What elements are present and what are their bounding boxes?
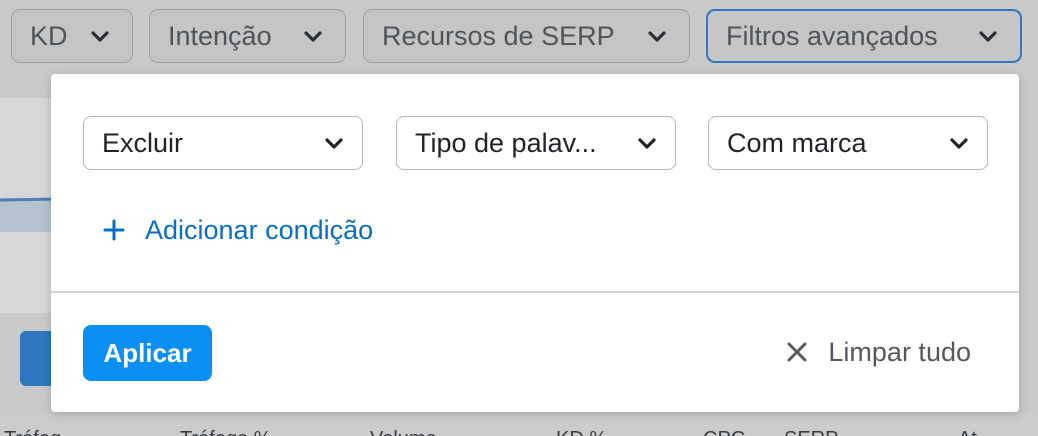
- chevron-down-icon: [950, 138, 968, 149]
- column-header: Tráfeg: [4, 428, 61, 436]
- close-icon: [787, 342, 807, 362]
- chevron-down-icon: [979, 31, 997, 42]
- chevron-down-icon: [638, 138, 656, 149]
- clear-all-button[interactable]: Limpar tudo: [786, 332, 971, 372]
- kd-filter-label: KD: [30, 20, 68, 51]
- serp-features-filter-label: Recursos de SERP: [382, 20, 615, 51]
- clear-all-label: Limpar tudo: [828, 336, 971, 367]
- chevron-down-icon: [304, 31, 322, 42]
- field-select[interactable]: Tipo de palav...: [396, 116, 676, 170]
- column-header: Volume: [370, 428, 437, 436]
- column-header: At: [958, 428, 977, 436]
- column-header: CPC: [703, 428, 745, 436]
- plus-icon: [103, 219, 125, 241]
- column-header: KD %: [556, 428, 607, 436]
- field-select-value: Tipo de palav...: [415, 127, 597, 158]
- serp-features-filter-button[interactable]: Recursos de SERP: [363, 9, 690, 63]
- add-condition-link[interactable]: Adicionar condição: [103, 210, 373, 250]
- chevron-down-icon: [648, 31, 666, 42]
- column-header: Tráfego %: [180, 428, 272, 436]
- advanced-filters-button[interactable]: Filtros avançados: [706, 9, 1022, 63]
- add-condition-label: Adicionar condição: [145, 214, 374, 245]
- chevron-down-icon: [325, 138, 343, 149]
- include-exclude-select[interactable]: Excluir: [83, 116, 363, 170]
- advanced-filters-label: Filtros avançados: [726, 20, 938, 51]
- chevron-down-icon: [91, 31, 109, 42]
- include-exclude-value: Excluir: [102, 127, 184, 158]
- advanced-filters-panel: Excluir Tipo de palav... Com marca Adici…: [51, 74, 1019, 412]
- intent-filter-label: Intenção: [168, 20, 272, 51]
- intent-filter-button[interactable]: Intenção: [149, 9, 346, 63]
- value-select[interactable]: Com marca: [708, 116, 988, 170]
- apply-button[interactable]: Aplicar: [83, 325, 212, 381]
- kd-filter-button[interactable]: KD: [11, 9, 133, 63]
- panel-divider: [51, 291, 1019, 293]
- value-select-value: Com marca: [727, 127, 867, 158]
- background-table-header: Tráfeg Tráfego % Volume KD % CPC SERP At: [0, 414, 1038, 436]
- column-header: SERP: [784, 428, 838, 436]
